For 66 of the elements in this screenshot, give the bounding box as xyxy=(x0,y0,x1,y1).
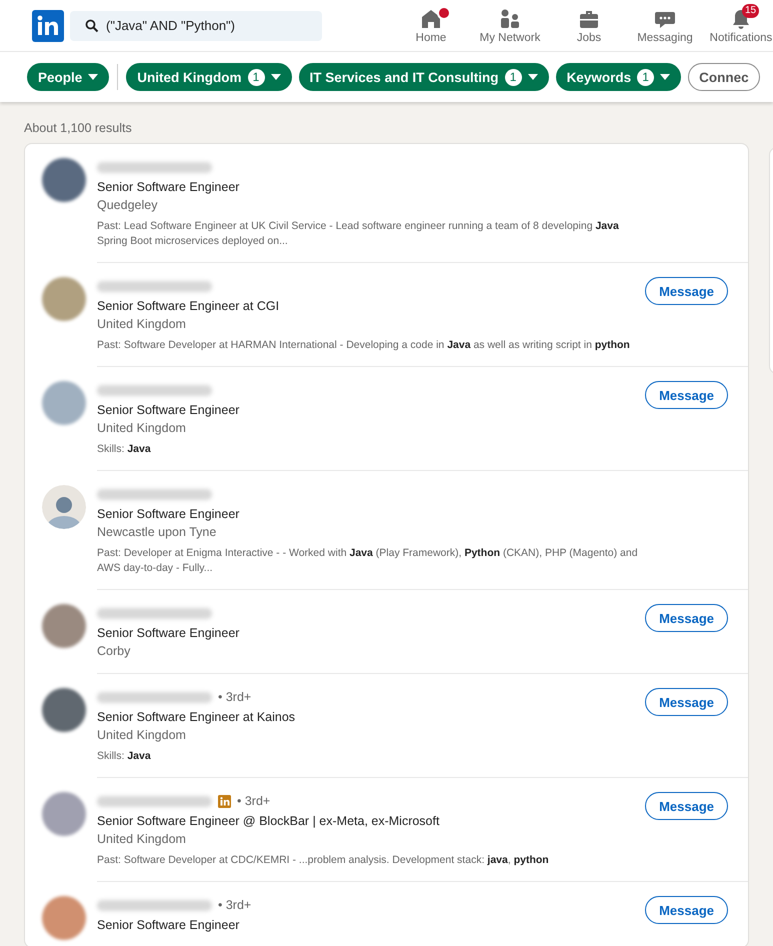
filter-button[interactable]: People xyxy=(27,63,110,91)
filter-count: 1 xyxy=(248,68,265,86)
location: Newcastle upon Tyne xyxy=(97,524,218,541)
profile-photo-placeholder[interactable] xyxy=(42,688,86,732)
result-summary: Past: Lead Software Engineer at UK Civil Service - Lead software engineer running a team of 8 developing Java Spring Boot microservices deployed on... xyxy=(97,219,620,249)
location: United Kingdom xyxy=(97,831,187,848)
result-summary: Skills: Java xyxy=(97,442,152,457)
job-title: Senior Software Engineer xyxy=(97,402,240,419)
message-button[interactable]: Message xyxy=(645,792,728,820)
location: United Kingdom xyxy=(97,420,187,437)
blurred-name[interactable] xyxy=(97,280,212,292)
nav-item[interactable]: 15 Notifications xyxy=(703,7,773,44)
result-summary: Skills: Java xyxy=(97,749,152,764)
search-icon xyxy=(85,18,99,32)
blurred-name[interactable] xyxy=(97,608,212,618)
results-count: About 1,100 results xyxy=(24,120,133,137)
profile-photo-placeholder[interactable] xyxy=(42,277,86,321)
job-title: Senior Software Engineer at CGI xyxy=(97,298,280,315)
job-title: Senior Software Engineer xyxy=(97,625,240,642)
filter-count: 1 xyxy=(637,68,654,86)
job-title: Senior Software Engineer xyxy=(97,917,240,934)
result-summary: Past: Software Developer at HARMAN International - Developing a code in Java as well as writing script in python xyxy=(97,338,631,353)
search-field[interactable]: ("Java" AND "Python") xyxy=(70,10,322,40)
filter-button[interactable]: IT Services and IT Consulting 1 xyxy=(298,63,549,91)
profile-photo-placeholder[interactable] xyxy=(42,158,86,202)
nav-item[interactable]: Messaging xyxy=(627,7,703,44)
connection-degree: • 3rd+ xyxy=(237,794,270,808)
blurred-name[interactable] xyxy=(97,488,212,500)
blurred-name[interactable] xyxy=(97,900,212,910)
profile-photo-placeholder[interactable] xyxy=(42,604,86,648)
blurred-name[interactable] xyxy=(97,796,212,806)
connection-degree: • 3rd+ xyxy=(218,898,252,912)
job-title: Senior Software Engineer xyxy=(97,179,240,196)
connection-degree: • 3rd+ xyxy=(218,690,252,704)
people-icon xyxy=(499,8,521,30)
filter-button[interactable]: United Kingdom 1 xyxy=(126,63,292,91)
message-button[interactable]: Message xyxy=(645,604,728,632)
notification-count: 15 xyxy=(742,4,760,18)
briefcase-icon xyxy=(578,8,600,30)
linkedin-logo[interactable] xyxy=(32,10,64,42)
default-avatar[interactable] xyxy=(42,485,86,529)
nav-item[interactable]: My Network xyxy=(469,7,551,44)
location: United Kingdom xyxy=(97,727,187,744)
result-summary: Past: Software Developer at CDC/KEMRI - ...problem analysis. Development stack: java, python xyxy=(97,853,550,868)
blurred-name[interactable] xyxy=(97,692,212,702)
nav-item[interactable]: Jobs xyxy=(551,7,627,44)
location: Corby xyxy=(97,643,132,660)
location: Quedgeley xyxy=(97,197,158,214)
location: United Kingdom xyxy=(97,316,187,333)
house-icon xyxy=(420,8,442,30)
job-title: Senior Software Engineer at Kainos xyxy=(97,709,296,726)
nav-item[interactable]: Home xyxy=(393,7,469,44)
filter-count: 1 xyxy=(504,68,522,86)
message-button[interactable]: Message xyxy=(645,277,728,305)
profile-photo-placeholder[interactable] xyxy=(42,792,86,836)
job-title: Senior Software Engineer @ BlockBar | ex-Meta, ex-Microsoft xyxy=(97,813,440,830)
filter-button[interactable]: Keywords 1 xyxy=(556,63,682,91)
message-button[interactable]: Message xyxy=(645,688,728,716)
message-button[interactable]: Message xyxy=(645,381,728,409)
profile-photo-placeholder[interactable] xyxy=(42,896,86,940)
filter-button[interactable]: Connec xyxy=(688,63,760,91)
blurred-name[interactable] xyxy=(97,162,212,172)
blurred-name[interactable] xyxy=(97,384,212,396)
message-button[interactable]: Message xyxy=(645,896,728,924)
result-summary: Past: Developer at Enigma Interactive - - Worked with Java (Play Framework), Python (CKAN), PHP (Magento) and AWS day-to-day - Fully... xyxy=(97,546,638,576)
job-title: Senior Software Engineer xyxy=(97,506,240,523)
